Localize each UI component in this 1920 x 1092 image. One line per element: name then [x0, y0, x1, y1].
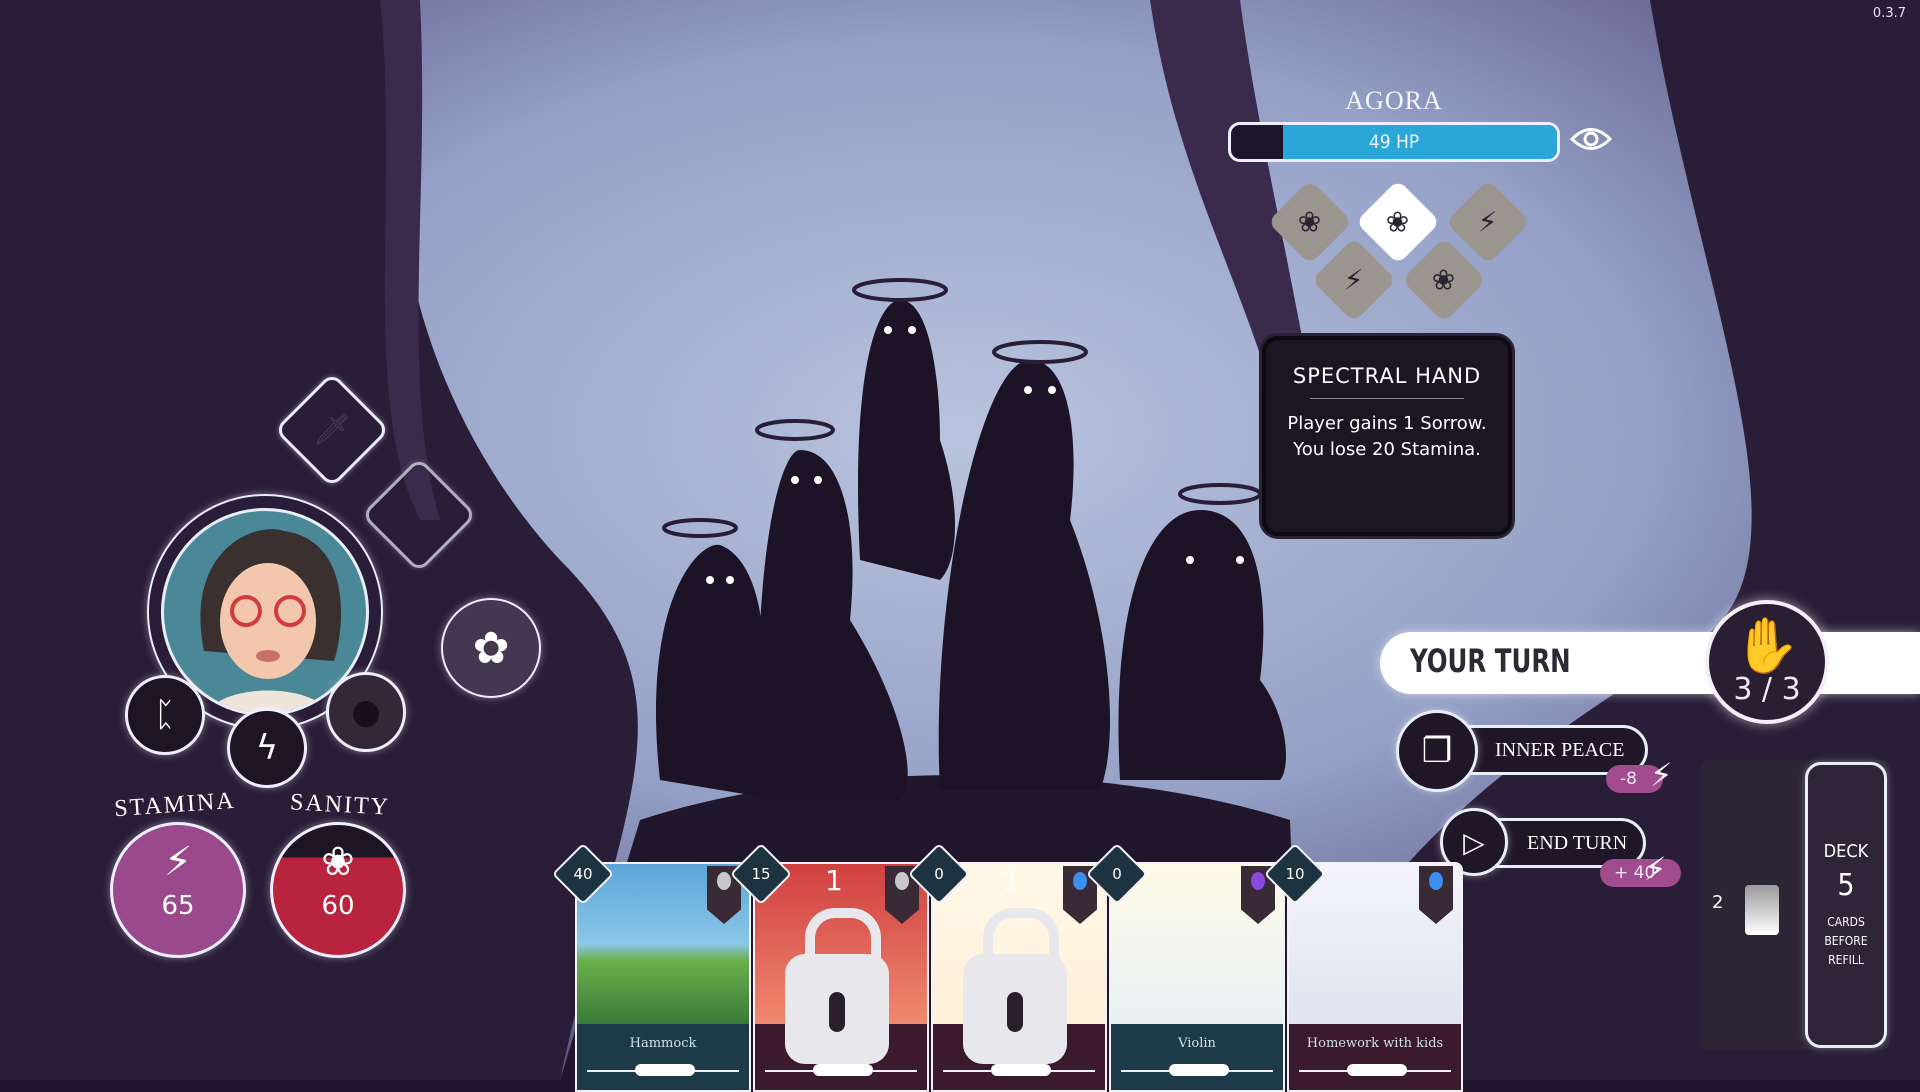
hand-card[interactable]: Hammock — [575, 862, 751, 1092]
discard-count: 2 — [1712, 892, 1724, 913]
gem-icon — [1251, 872, 1265, 890]
card-cost-value: 10 — [1285, 865, 1305, 883]
person-icon: ● — [351, 692, 381, 732]
stamina-bolt-icon: ⚡ — [1650, 756, 1673, 794]
bolt-down-icon: ⚡ — [1478, 205, 1498, 239]
cards-icon: ❐ — [1421, 731, 1453, 771]
stamina-value: 65 — [161, 891, 195, 921]
discard-card-icon — [1745, 885, 1779, 935]
hand-card[interactable]: 1 — [753, 862, 929, 1092]
card-tag — [635, 1064, 695, 1076]
lock-number: 1 — [825, 864, 843, 897]
card-name: Hammock — [629, 1036, 697, 1051]
tooltip-title: SPECTRAL HAND — [1292, 364, 1482, 388]
gem-icon — [717, 872, 731, 890]
tooltip-body: Player gains 1 Sorrow. You lose 20 Stami… — [1287, 413, 1487, 460]
card-cost-value: 0 — [1112, 865, 1122, 883]
card-tag — [813, 1064, 873, 1076]
card-tag — [1347, 1064, 1407, 1076]
gem-icon — [1429, 872, 1443, 890]
enemy-name: AGORA — [1345, 86, 1443, 115]
deck-caption: CARDS BEFORE REFILL — [1824, 915, 1868, 967]
bolt-down-icon: ⚡ — [1344, 263, 1364, 297]
sanity-value: 60 — [321, 891, 355, 921]
ability-spark-button[interactable]: ϟ — [227, 708, 307, 788]
tooltip-divider — [1310, 398, 1464, 399]
card-name: Violin — [1178, 1036, 1216, 1051]
card-cost-value: 15 — [751, 865, 771, 883]
hand-count: 3 / 3 — [1733, 672, 1801, 707]
card-name: Homework with kids — [1306, 1036, 1444, 1051]
gem-icon — [1073, 872, 1087, 890]
dagger-icon: 🗡 — [312, 412, 352, 447]
inner-peace-icon-button[interactable]: ❐ — [1396, 710, 1478, 792]
deck-count: 5 — [1837, 868, 1855, 903]
lock-icon: 1 — [785, 864, 889, 1064]
hand-counter: ✋ 3 / 3 — [1705, 600, 1829, 724]
companion-slot[interactable]: ● — [326, 672, 406, 752]
rune-icon: ᛈ — [154, 695, 176, 735]
brain-down-icon: ❀ — [1432, 263, 1456, 297]
play-icon: ▷ — [1463, 825, 1485, 859]
lock-number: 1 — [1003, 864, 1021, 897]
end-turn-gain: + 40 — [1600, 859, 1682, 887]
card-tag — [991, 1064, 1051, 1076]
brain-icon: ❀ — [321, 839, 355, 885]
deck-title: DECK — [1823, 841, 1869, 862]
turn-label: YOUR TURN — [1410, 642, 1571, 680]
flower-counter: 1 — [489, 642, 496, 655]
brain-down-icon: ❀ — [1298, 205, 1322, 239]
card-cost-value: 40 — [573, 865, 593, 883]
end-turn-label: END TURN — [1527, 831, 1628, 854]
hand-card[interactable]: Violin — [1109, 862, 1285, 1092]
hand-icon: ✋ — [1733, 614, 1801, 677]
enemy-hp-text: 49 HP — [1368, 131, 1420, 153]
hand-card[interactable]: 1 — [931, 862, 1107, 1092]
stamina-orb: ⚡ 65 — [110, 822, 246, 958]
version-label: 0.3.7 — [1872, 6, 1906, 21]
flower-status[interactable]: ✿ 1 — [441, 598, 541, 698]
gem-icon — [895, 872, 909, 890]
deck-pile[interactable]: DECK 5 CARDS BEFORE REFILL — [1805, 762, 1887, 1048]
brain-down-icon: ❀ — [1386, 205, 1410, 239]
stamina-bolt-icon: ⚡ — [1644, 850, 1667, 888]
lightning-rune-icon: ϟ — [255, 728, 279, 768]
turn-banner: YOUR TURN — [1380, 632, 1920, 694]
intent-tooltip: SPECTRAL HAND Player gains 1 Sorrow. You… — [1262, 336, 1512, 536]
lock-icon: 1 — [963, 864, 1067, 1064]
inner-peace-label: INNER PEACE — [1495, 738, 1625, 761]
sanity-orb: ❀ 60 — [270, 822, 406, 958]
eye-icon[interactable] — [1569, 124, 1613, 158]
hand-card[interactable]: Homework with kids — [1287, 862, 1463, 1092]
ability-rune-button[interactable]: ᛈ — [125, 675, 205, 755]
card-tag — [1169, 1064, 1229, 1076]
bolt-icon: ⚡ — [163, 839, 193, 885]
card-cost-value: 0 — [934, 865, 944, 883]
enemy-hp-bar: 49 HP — [1228, 122, 1560, 162]
